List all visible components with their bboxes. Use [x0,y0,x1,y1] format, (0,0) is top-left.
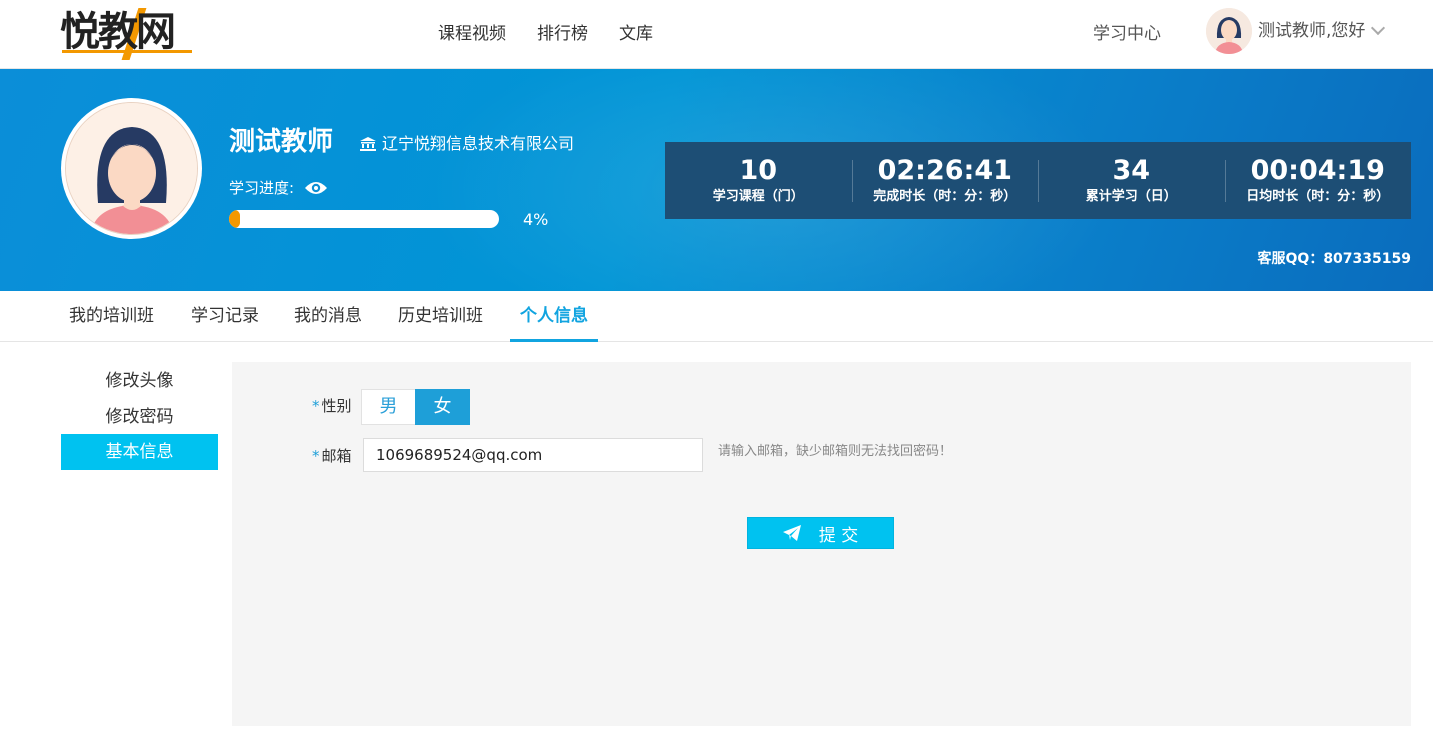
progress-percent: 4% [523,210,549,229]
side-item-basic-info[interactable]: 基本信息 [61,434,218,470]
logo-underline [62,50,192,53]
stat-label: 学习课程（门） [712,189,804,204]
tab-my-messages[interactable]: 我的消息 [284,291,372,342]
side-item-change-password[interactable]: 修改密码 [61,399,218,435]
nav-ranking[interactable]: 排行榜 [537,22,588,46]
stat-value: 02:26:41 [877,155,1012,186]
paper-plane-icon [782,525,801,541]
chevron-down-icon[interactable] [1371,20,1386,36]
submit-button[interactable]: 提 交 [747,517,894,549]
user-menu[interactable]: 测试教师,您好 [1206,8,1386,54]
stat-value: 10 [739,155,778,186]
tab-history-classes[interactable]: 历史培训班 [388,291,493,342]
organization: 辽宁悦翔信息技术有限公司 [360,133,574,155]
stat-label: 完成时长（时：分：秒） [873,189,1017,204]
gender-label: * 性别 [312,395,352,417]
stat-value: 34 [1112,155,1151,186]
stat-completed-time: 02:26:41 完成时长（时：分：秒） [851,142,1039,219]
stats-panel: 10 学习课程（门） 02:26:41 完成时长（时：分：秒） 34 累计学习（… [665,142,1411,219]
tab-my-classes[interactable]: 我的培训班 [59,291,164,342]
required-mark: * [312,397,320,415]
progress-fill [229,210,240,228]
stat-value: 00:04:19 [1250,155,1385,186]
email-hint: 请输入邮箱，缺少邮箱则无法找回密码！ [718,444,953,459]
submit-label: 提 交 [818,525,859,546]
avatar [1206,8,1252,54]
stat-study-days: 34 累计学习（日） [1038,142,1225,219]
bank-icon [360,137,376,151]
teacher-name: 测试教师 [229,127,334,157]
site-logo[interactable]: 悦教网 [60,4,200,60]
progress-label: 学习进度: [229,179,295,197]
required-mark: * [312,447,320,465]
stat-label: 累计学习（日） [1085,189,1177,204]
service-qq: 客服QQ：807335159 [1257,251,1411,267]
study-center-link[interactable]: 学习中心 [1093,22,1161,46]
main-nav: 课程视频 排行榜 文库 [438,22,653,46]
email-label: * 邮箱 [312,445,352,467]
email-label-text: 邮箱 [321,447,352,465]
gender-male-option[interactable]: 男 [361,389,416,425]
profile-avatar [61,98,202,239]
tab-study-records[interactable]: 学习记录 [181,291,269,342]
stat-courses: 10 学习课程（门） [665,142,852,219]
organization-name: 辽宁悦翔信息技术有限公司 [382,134,575,153]
gender-female-option[interactable]: 女 [415,389,470,425]
tab-personal-info[interactable]: 个人信息 [510,291,598,342]
gender-label-text: 性别 [321,397,352,415]
nav-course-videos[interactable]: 课程视频 [438,22,506,46]
progress-bar [229,210,499,228]
top-header: 悦教网 课程视频 排行榜 文库 学习中心 测试教师,您好 [0,0,1433,69]
stat-label: 日均时长（时：分：秒） [1246,189,1390,204]
profile-banner: 测试教师 辽宁悦翔信息技术有限公司 学习进度: 4% 10 学习课程（门） 02… [0,69,1433,291]
progress-label-row: 学习进度: [229,177,328,199]
user-greeting: 测试教师,您好 [1258,21,1366,41]
nav-library[interactable]: 文库 [619,22,653,46]
eye-icon[interactable] [304,180,328,196]
email-field[interactable] [363,438,703,472]
stat-daily-average: 00:04:19 日均时长（时：分：秒） [1224,142,1412,219]
profile-tabs: 我的培训班 学习记录 我的消息 历史培训班 个人信息 [0,291,1433,342]
side-item-change-avatar[interactable]: 修改头像 [61,363,218,399]
